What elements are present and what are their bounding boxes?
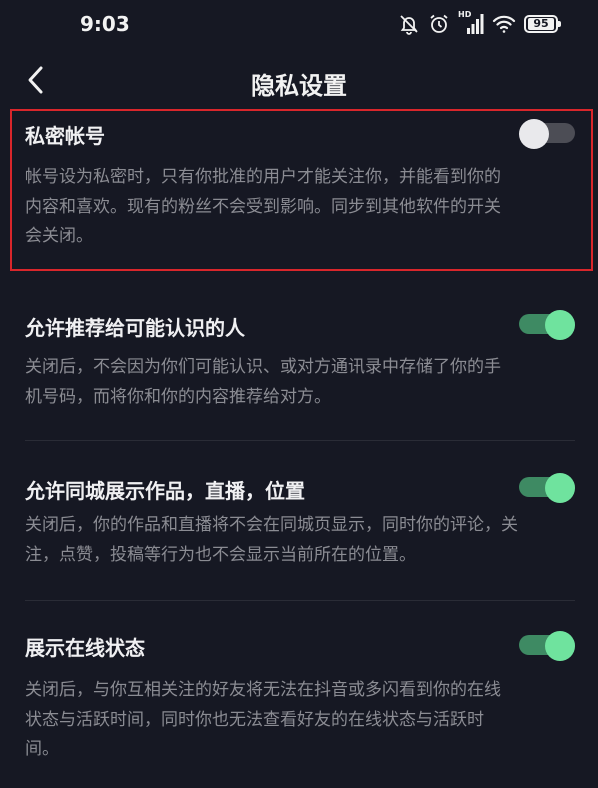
setting-title: 展示在线状态 [25,636,145,660]
local-display-toggle[interactable] [519,473,575,503]
description-line: 会关闭。 [25,226,93,246]
battery-level: 95 [528,18,554,30]
toggle-knob [519,119,549,149]
description-line: 关闭后，不会因为你们可能认识、或对方通讯录中存储了你的手 [25,357,501,377]
description-line: 关闭后，你的作品和直播将不会在同城页显示，同时你的评论，关 [25,515,518,535]
setting-description: 关闭后，你的作品和直播将不会在同城页显示，同时你的评论，关 注，点赞，投稿等行为… [25,511,570,570]
network-label: HD [458,10,472,19]
toggle-knob [545,631,575,661]
setting-title: 允许推荐给可能认识的人 [25,316,245,340]
setting-description: 关闭后，与你互相关注的好友将无法在抖音或多闪看到你的在线 状态与活跃时间，同时你… [25,676,570,765]
setting-description: 关闭后，不会因为你们可能认识、或对方通讯录中存储了你的手 机号码，而将你和你的内… [25,353,570,412]
description-line: 机号码，而将你和你的内容推荐给对方。 [25,386,331,407]
toggle-knob [545,473,575,503]
recommend-acquaintances-toggle[interactable] [519,310,575,340]
status-time: 9:03 [80,12,130,36]
private-account-toggle[interactable] [519,119,575,149]
toggle-knob [545,310,575,340]
hd-signal-icon: HD [458,10,484,34]
description-line: 帐号设为私密时，只有你批准的用户才能关注你，并能看到你的 [25,167,501,187]
status-bar: 9:03 HD 95 [0,0,598,48]
battery-icon: 95 [524,15,561,33]
page-title: 隐私设置 [251,72,347,100]
alarm-icon [428,13,450,35]
mute-icon [398,13,420,35]
description-line: 关闭后，与你互相关注的好友将无法在抖音或多闪看到你的在线 [25,680,501,700]
description-line: 间。 [25,739,59,759]
setting-description: 帐号设为私密时，只有你批准的用户才能关注你，并能看到你的 内容和喜欢。现有的粉丝… [25,163,570,252]
setting-title: 私密帐号 [25,124,105,148]
description-line: 注，点赞，投稿等行为也不会显示当前所在的位置。 [25,544,416,565]
nav-bar: 隐私设置 [0,52,598,108]
online-status-toggle[interactable] [519,631,575,661]
divider [25,600,575,601]
status-icons: HD 95 [398,10,561,36]
description-line: 内容和喜欢。现有的粉丝不会受到影响。同步到其他软件的开关 [25,196,501,217]
description-line: 状态与活跃时间，同时你也无法查看好友的在线状态与活跃时 [25,709,484,730]
divider [25,440,575,441]
wifi-icon [492,14,516,34]
setting-title: 允许同城展示作品，直播，位置 [25,479,305,503]
